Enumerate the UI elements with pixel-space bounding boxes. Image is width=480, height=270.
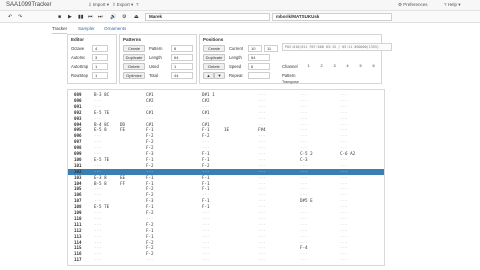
position-move-up-button[interactable]: ▲ [203, 72, 214, 79]
pattern-length-spinner[interactable]: 64 [171, 54, 193, 61]
play-button[interactable]: ▶ [68, 14, 72, 20]
speed-label: Speed [229, 64, 242, 69]
transpose-label: Transpose [282, 80, 299, 84]
rowstep-label: RowStep [71, 73, 88, 78]
track-cell[interactable]: --- [202, 257, 210, 263]
current-position-spinner[interactable]: 10 [248, 45, 262, 52]
table-row[interactable]: 117 --- --- --- --- --- --- [68, 257, 384, 263]
channel-number-5: 5 [359, 64, 362, 68]
positions-title: Positions [203, 37, 224, 42]
position-move-down-button[interactable]: ▼ [214, 72, 225, 79]
menu-help[interactable]: ? [136, 2, 140, 7]
channel-number-1: 1 [307, 64, 310, 68]
play-from-button[interactable]: ⏭ [98, 14, 103, 20]
pattern-row-label: Pattern [282, 73, 296, 78]
pattern-delete-button[interactable]: Delete [123, 63, 145, 70]
total-positions-field: 11 [264, 45, 278, 52]
app-window: SAA1099Tracker ⇩Import ▾ ⇧Export ▾ ? ⚙ P… [0, 0, 480, 270]
top-menu-bar: SAA1099Tracker ⇩Import ▾ ⇧Export ▾ ? ⚙ P… [0, 0, 480, 11]
import-icon: ⇩ [88, 2, 92, 7]
positions-panel: Positions Create Duplicate Delete ▲ ▼ Cu… [199, 34, 382, 84]
pattern-label: Pattern [149, 46, 163, 51]
position-status-display: POS:010/011 PAT:008 03:15 / 05:11 #00000… [282, 43, 392, 51]
menu-export[interactable]: ⇧Export ▾ [112, 2, 133, 8]
tab-sampler[interactable]: Sampler [78, 25, 95, 33]
menu-import[interactable]: ⇩Import ▾ [88, 2, 109, 8]
menu-help-right[interactable]: ? Help ▾ [444, 2, 461, 8]
settings-button[interactable]: ⚙ [122, 14, 126, 20]
row-number: 117 [74, 257, 82, 263]
track-cell[interactable]: --- [94, 257, 102, 263]
tab-tracker[interactable]: Tracker [52, 25, 68, 34]
export-icon: ⇧ [112, 2, 116, 7]
channel-number-6: 6 [372, 64, 375, 68]
track-cell[interactable]: --- [300, 257, 308, 263]
pattern-optimize-button[interactable]: Optimize [123, 72, 145, 79]
pattern-spinner[interactable]: 8 [171, 45, 193, 52]
position-create-button[interactable]: Create [203, 45, 225, 52]
pattern-used-field: 1 [171, 63, 193, 70]
current-label: Current [229, 46, 243, 51]
editor-panel: Editor Octave 4 AutoInc 3 AutoSmp 1 RowS… [67, 34, 117, 84]
stop-button[interactable]: ■ [58, 14, 61, 20]
volume-button[interactable]: 🔊 [110, 14, 116, 20]
speed-spinner[interactable]: 6 [248, 63, 270, 70]
pattern-length-label: Length [149, 55, 162, 60]
menu-preferences[interactable]: ⚙ Preferences [398, 2, 428, 8]
octave-spinner[interactable]: 4 [92, 45, 108, 52]
position-delete-button[interactable]: Delete [203, 63, 225, 70]
channel-number-2: 2 [320, 64, 323, 68]
repeat-spinner[interactable] [248, 72, 270, 79]
pattern-used-label: Used [149, 64, 159, 69]
channel-number-4: 4 [346, 64, 349, 68]
autoinc-label: AutoInc [71, 55, 86, 60]
position-length-label: Length [229, 55, 242, 60]
song-author-field[interactable]: mborik/MATSUKUsk [272, 13, 392, 21]
eject-button[interactable]: ⏏ [134, 14, 139, 20]
octave-label: Octave [71, 46, 85, 51]
tracker-grid[interactable]: 089 B-3 8C C#1 D#1 1 --- --- --- 090 --- C#2 C#2 --… [67, 89, 385, 266]
editor-title: Editor [71, 37, 84, 42]
channel-label: Channel [282, 64, 298, 69]
redo-button[interactable]: ↷ [18, 14, 22, 20]
autoinc-spinner[interactable]: 3 [92, 54, 108, 61]
track-cell[interactable]: --- [146, 257, 154, 263]
channel-number-3: 3 [333, 64, 336, 68]
pattern-create-button[interactable]: Create [123, 45, 145, 52]
repeat-label: Repeat [229, 73, 243, 78]
transport-toolbar: ↶ ↷ ■ ▶ ▮▮ ⏮ ⏭ 🔊 ⚙ ⏏ Marek mborik/MATSUK… [0, 11, 480, 23]
pause-button[interactable]: ▮▮ [78, 14, 84, 20]
pattern-duplicate-button[interactable]: Duplicate [123, 54, 145, 61]
app-title: SAA1099Tracker [6, 2, 52, 8]
song-title-field[interactable]: Marek [145, 13, 270, 21]
rowstep-spinner[interactable]: 1 [92, 72, 108, 79]
autosmp-spinner[interactable]: 1 [92, 63, 108, 70]
position-length-spinner[interactable]: 64 [248, 54, 270, 61]
tab-ornaments[interactable]: Ornaments [104, 25, 126, 33]
pattern-total-label: Total [149, 73, 158, 78]
patterns-panel: Patterns Create Duplicate Delete Optimiz… [119, 34, 197, 84]
play-position-button[interactable]: ⏮ [88, 14, 93, 20]
pattern-total-field: 44 [171, 72, 193, 79]
question-icon: ? [136, 2, 139, 7]
patterns-title: Patterns [123, 37, 142, 42]
track-cell[interactable]: --- [340, 257, 348, 263]
undo-button[interactable]: ↶ [8, 14, 12, 20]
position-duplicate-button[interactable]: Duplicate [203, 54, 225, 61]
track-cell[interactable]: --- [258, 257, 266, 263]
autosmp-label: AutoSmp [71, 64, 89, 69]
